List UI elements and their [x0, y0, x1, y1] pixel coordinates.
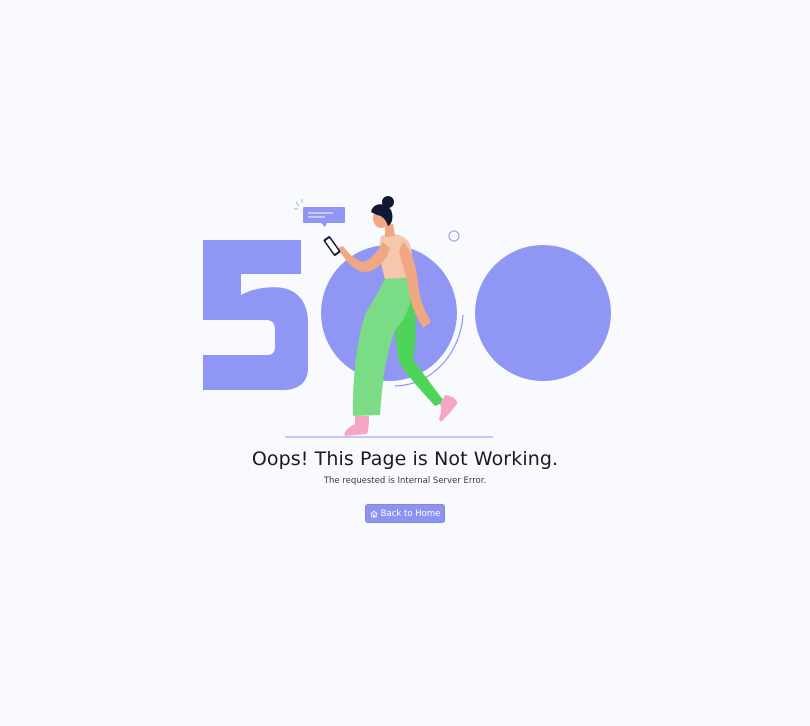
home-icon	[370, 510, 378, 518]
error-message: The requested is Internal Server Error.	[323, 476, 487, 486]
chat-bubble-icon	[294, 199, 345, 227]
digit-5-graphic	[203, 240, 308, 390]
error-title: Oops! This Page is Not Working.	[251, 448, 559, 470]
back-to-home-button[interactable]: Back to Home	[365, 504, 445, 523]
error-page: Oops! This Page is Not Working. The requ…	[0, 0, 810, 726]
error-illustration	[195, 190, 615, 445]
back-to-home-label: Back to Home	[380, 508, 441, 519]
digit-0-second-graphic	[475, 245, 611, 381]
